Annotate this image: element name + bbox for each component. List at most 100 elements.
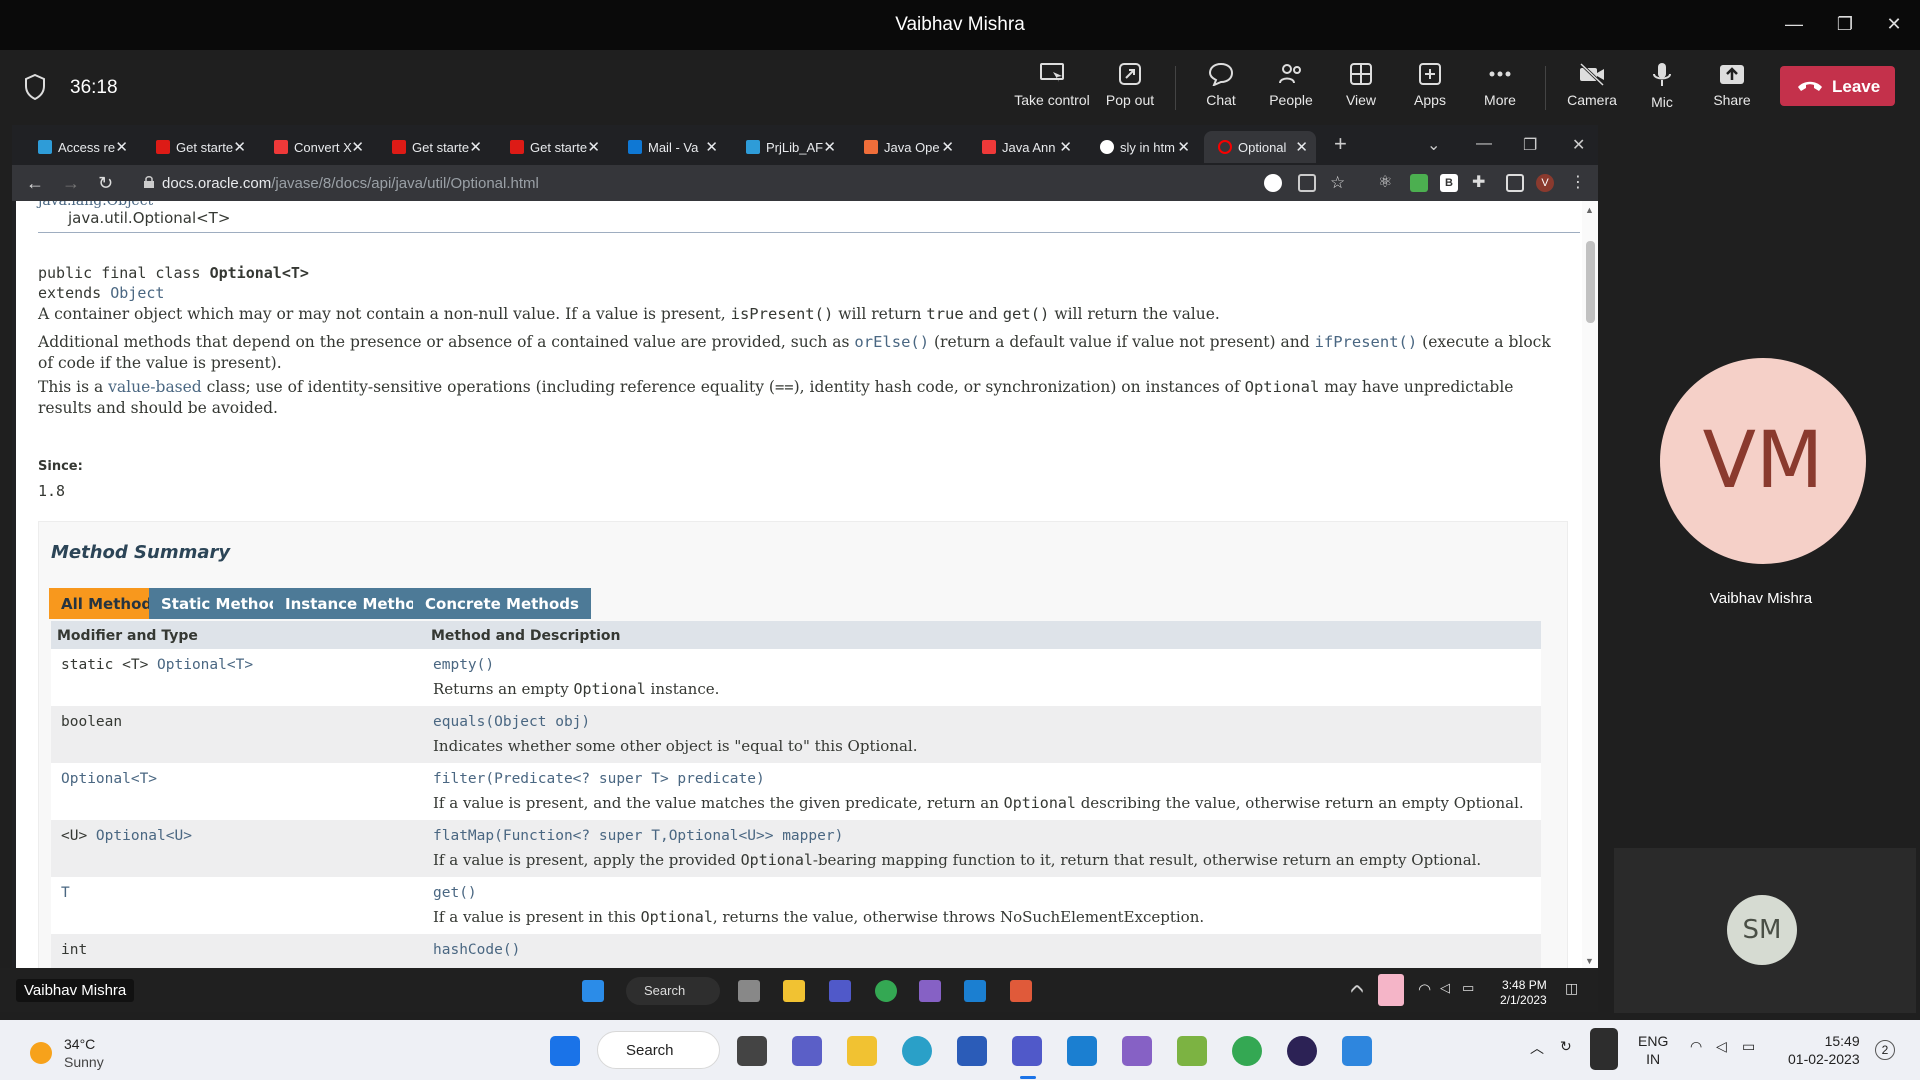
google-lens-icon[interactable] xyxy=(1264,174,1282,192)
side-panel-icon[interactable] xyxy=(1506,174,1524,192)
wifi-icon[interactable]: ◠ xyxy=(1418,980,1440,1002)
method-link[interactable]: empty() xyxy=(433,657,494,673)
file-explorer-icon[interactable] xyxy=(847,1036,877,1066)
scroll-down-icon[interactable]: ▼ xyxy=(1585,956,1594,966)
store-icon[interactable] xyxy=(957,1036,987,1066)
tab-convert[interactable]: Convert X ✕ xyxy=(260,131,372,163)
host-mic-icon[interactable] xyxy=(1590,1028,1618,1070)
share-button[interactable]: Share xyxy=(1692,62,1772,108)
forward-icon[interactable]: → xyxy=(62,173,80,194)
tab-optional[interactable]: Optional ✕ xyxy=(1204,131,1316,163)
browser-close-icon[interactable]: ✕ xyxy=(1572,135,1585,155)
eclipse-icon[interactable] xyxy=(1287,1036,1317,1066)
tab-get-started-2[interactable]: Get starte ✕ xyxy=(378,131,490,163)
row-type-link[interactable]: Optional<U> xyxy=(96,828,192,844)
close-tab-icon[interactable]: ✕ xyxy=(705,138,718,156)
host-search-button[interactable]: Search xyxy=(597,1031,720,1069)
new-tab-icon[interactable]: + xyxy=(1334,131,1347,157)
take-control-button[interactable]: Take control xyxy=(1012,62,1092,108)
close-tab-icon[interactable]: ✕ xyxy=(823,138,836,156)
pop-out-button[interactable]: Pop out xyxy=(1090,62,1170,108)
remote-mic-icon[interactable] xyxy=(1378,974,1404,1006)
row-type-link[interactable]: Optional<T> xyxy=(61,771,157,787)
tab-access-request[interactable]: Access re ✕ xyxy=(24,131,136,163)
volume-icon[interactable]: ◁ xyxy=(1716,1038,1727,1055)
task-view-icon[interactable] xyxy=(737,1036,767,1066)
battery-icon[interactable]: ▭ xyxy=(1462,980,1484,1002)
battery-icon[interactable]: ▭ xyxy=(1742,1038,1755,1055)
teams-icon[interactable] xyxy=(1012,1036,1042,1066)
page-scrollbar[interactable]: ▲ ▼ xyxy=(1582,201,1598,968)
apps-button[interactable]: Apps xyxy=(1390,62,1470,108)
vscode-icon[interactable] xyxy=(964,980,986,1002)
app-icon[interactable] xyxy=(1177,1036,1207,1066)
close-tab-icon[interactable]: ✕ xyxy=(1177,138,1190,156)
tab-prjlib[interactable]: PrjLib_AF ✕ xyxy=(732,131,844,163)
close-tab-icon[interactable]: ✕ xyxy=(233,138,246,156)
tab-get-started-1[interactable]: Get starte ✕ xyxy=(142,131,254,163)
visual-studio-icon[interactable] xyxy=(919,980,941,1002)
mic-button[interactable]: Mic xyxy=(1622,62,1702,110)
url-field[interactable]: docs.oracle.com/javase/8/docs/api/java/u… xyxy=(128,168,1568,198)
participant-avatar-main[interactable]: VM xyxy=(1660,358,1866,564)
camera-button[interactable]: Camera xyxy=(1552,62,1632,108)
close-tab-icon[interactable]: ✕ xyxy=(1295,138,1308,156)
profile-avatar-icon[interactable]: V xyxy=(1536,174,1554,192)
close-icon[interactable]: ✕ xyxy=(1882,12,1906,36)
method-link[interactable]: flatMap(Function<? super T,Optional<U>> … xyxy=(433,828,843,844)
view-button[interactable]: View xyxy=(1321,62,1401,108)
object-link[interactable]: Object xyxy=(110,284,164,302)
method-link[interactable]: get() xyxy=(433,885,477,901)
close-tab-icon[interactable]: ✕ xyxy=(469,138,482,156)
tab-google-search[interactable]: sly in htm ✕ xyxy=(1086,131,1198,163)
remote-search-button[interactable]: Search xyxy=(626,977,720,1005)
close-tab-icon[interactable]: ✕ xyxy=(941,138,954,156)
close-tab-icon[interactable]: ✕ xyxy=(115,138,128,156)
tab-mail[interactable]: Mail - Va ✕ xyxy=(614,131,726,163)
refresh-icon[interactable]: ↻ xyxy=(1560,1038,1572,1055)
method-link[interactable]: filter(Predicate<? super T> predicate) xyxy=(433,771,765,787)
close-tab-icon[interactable]: ✕ xyxy=(1059,138,1072,156)
back-icon[interactable]: ← xyxy=(26,173,44,194)
ifpresent-link[interactable]: ifPresent() xyxy=(1315,333,1418,351)
browser-restore-icon[interactable]: ❐ xyxy=(1523,135,1537,155)
reload-icon[interactable]: ↻ xyxy=(98,173,113,194)
chat-button[interactable]: Chat xyxy=(1181,62,1261,108)
tab-java-ope[interactable]: Java Ope ✕ xyxy=(850,131,962,163)
browser-minimize-icon[interactable]: — xyxy=(1476,135,1492,153)
language-indicator[interactable]: ENG IN xyxy=(1638,1032,1668,1068)
method-link[interactable]: hashCode() xyxy=(433,942,520,958)
photos-icon[interactable] xyxy=(1342,1036,1372,1066)
restore-icon[interactable]: ❐ xyxy=(1833,12,1857,36)
task-view-icon[interactable] xyxy=(738,980,760,1002)
app-icon[interactable] xyxy=(1010,980,1032,1002)
tab-search-chevron-icon[interactable]: ⌄ xyxy=(1427,135,1440,155)
tab-concrete-methods[interactable]: Concrete Methods xyxy=(413,588,591,619)
file-explorer-icon[interactable] xyxy=(783,980,805,1002)
share-page-icon[interactable] xyxy=(1298,174,1316,192)
edge-icon[interactable] xyxy=(902,1036,932,1066)
browser-menu-icon[interactable]: ⋮ xyxy=(1570,174,1588,192)
bootstrap-extension-icon[interactable]: B xyxy=(1440,174,1458,192)
notification-icon[interactable]: ◫ xyxy=(1565,980,1587,1002)
host-clock[interactable]: 15:49 01-02-2023 xyxy=(1788,1032,1860,1068)
row-type-link[interactable]: Optional<T> xyxy=(157,657,253,673)
notification-badge[interactable]: 2 xyxy=(1875,1040,1895,1060)
scrollbar-thumb[interactable] xyxy=(1586,241,1595,323)
extensions-puzzle-icon[interactable]: ✚ xyxy=(1472,174,1490,192)
minimize-icon[interactable]: — xyxy=(1782,12,1806,36)
chrome-icon[interactable] xyxy=(875,980,897,1002)
method-link[interactable]: equals(Object obj) xyxy=(433,714,590,730)
value-based-link[interactable]: value-based xyxy=(108,378,202,396)
orelse-link[interactable]: orElse() xyxy=(854,333,929,351)
visual-studio-icon[interactable] xyxy=(1122,1036,1152,1066)
windows-start-icon[interactable] xyxy=(582,980,604,1002)
tab-java-ann[interactable]: Java Ann ✕ xyxy=(968,131,1080,163)
close-tab-icon[interactable]: ✕ xyxy=(587,138,600,156)
leave-button[interactable]: Leave xyxy=(1780,66,1895,106)
more-button[interactable]: More xyxy=(1460,62,1540,108)
vscode-icon[interactable] xyxy=(1067,1036,1097,1066)
remote-clock[interactable]: 3:48 PM 2/1/2023 xyxy=(1500,978,1547,1008)
tab-get-started-3[interactable]: Get starte ✕ xyxy=(496,131,608,163)
teams-chat-icon[interactable] xyxy=(792,1036,822,1066)
